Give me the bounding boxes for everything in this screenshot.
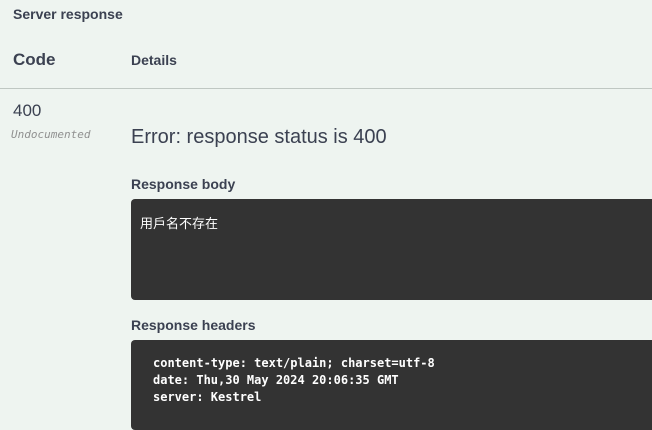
response-header-line: content-type: text/plain; charset=utf-8 — [153, 356, 435, 370]
server-response-title: Server response — [13, 6, 123, 22]
response-body-block[interactable]: 用戶名不存在 — [131, 199, 652, 300]
response-headers-block[interactable]: content-type: text/plain; charset=utf-8 … — [131, 340, 652, 430]
response-status-code: 400 — [13, 101, 42, 120]
code-column-header: Code — [13, 50, 56, 69]
details-column-header: Details — [131, 52, 177, 68]
response-header-line: date: Thu,30 May 2024 20:06:35 GMT — [153, 373, 399, 387]
table-divider — [0, 88, 652, 89]
response-body-label: Response body — [131, 176, 236, 192]
response-body-text: 用戶名不存在 — [140, 217, 219, 232]
response-headers-label: Response headers — [131, 317, 256, 333]
undocumented-note: Undocumented — [11, 128, 91, 141]
error-message: Error: response status is 400 — [131, 126, 387, 148]
response-header-line: server: Kestrel — [153, 390, 262, 404]
